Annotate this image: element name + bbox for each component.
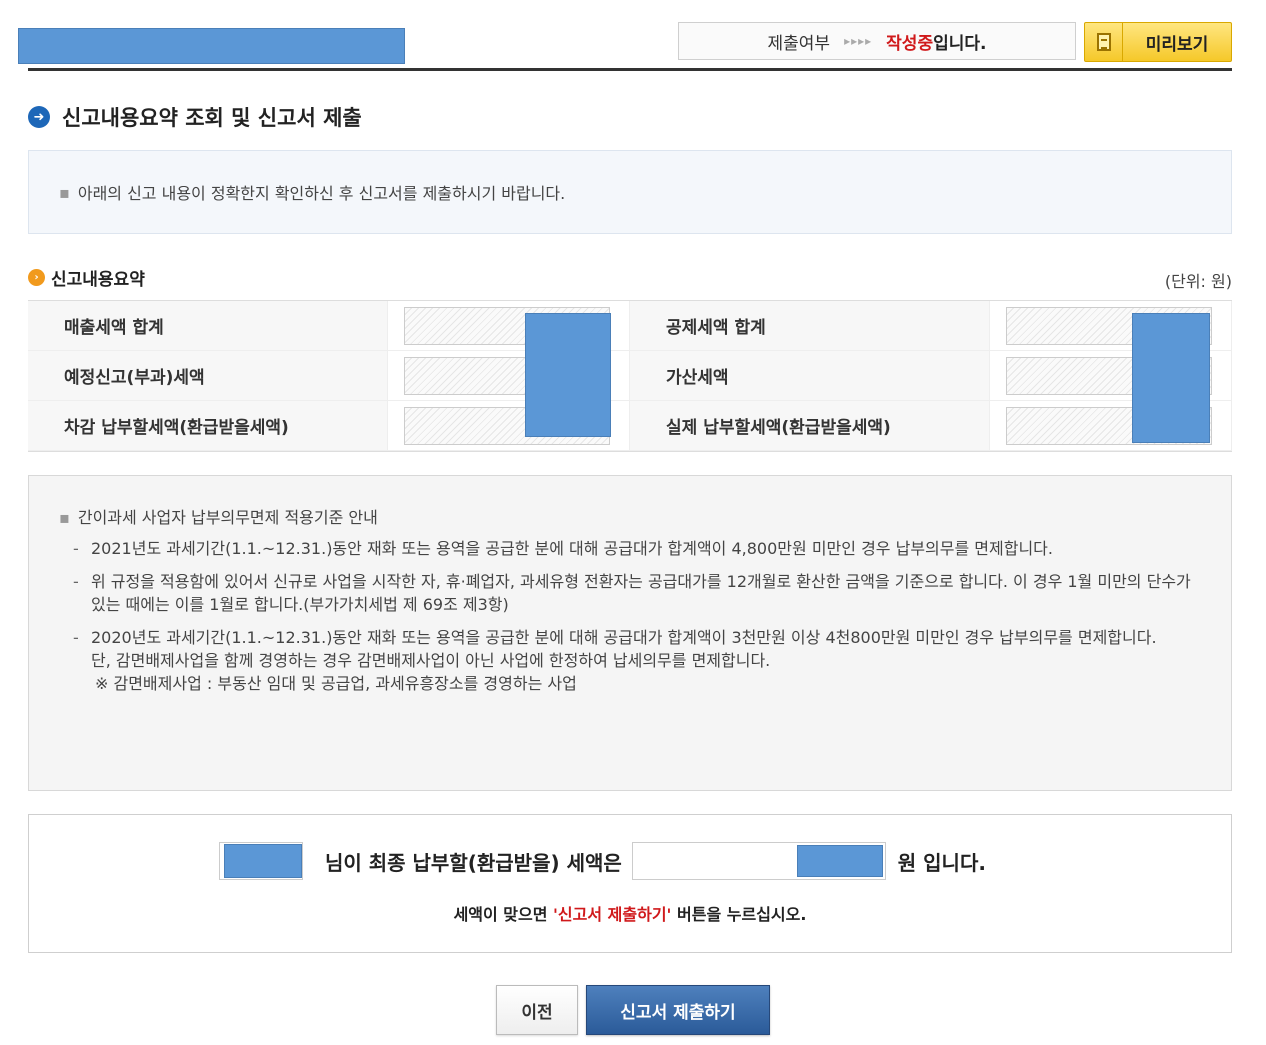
final-amount-line: 님이 최종 납부할(환급받을) 세액은 원 입니다. [219,841,986,881]
notice-item: - 2020년도 과세기간(1.1.~12.31.)동안 재화 또는 용역을 공… [59,626,1201,695]
final-text: 님이 최종 납부할(환급받을) 세액은 [325,850,622,875]
row-label: 공제세액 합계 [630,301,990,350]
redacted-business-name [18,28,405,64]
dash: - [73,572,79,591]
submission-status: 제출여부 ▸▸▸▸ 작성중입니다. [678,22,1076,60]
row-label: 예정신고(부과)세액 [28,351,388,400]
final-amount-box: 님이 최종 납부할(환급받을) 세액은 원 입니다. 세액이 맞으면 '신고서 … [28,814,1232,953]
info-box: ▪ 아래의 신고 내용이 정확한지 확인하신 후 신고서를 제출하시기 바랍니다… [28,150,1232,234]
notice-item: - 2021년도 과세기간(1.1.~12.31.)동안 재화 또는 용역을 공… [73,539,1053,558]
preview-button[interactable]: 미리보기 [1084,22,1232,62]
preview-label: 미리보기 [1145,34,1209,55]
redacted-values-left [525,313,611,437]
table-row: 예정신고(부과)세액 가산세액 [28,351,1232,401]
redacted-amount [796,845,883,877]
notice-head: ▪ 간이과세 사업자 납부의무면제 적용기준 안내 [59,508,378,527]
bullet-icon: ▪ [59,182,70,202]
arrow-circle-icon: ➜ [28,106,50,128]
final-note: 세액이 맞으면 '신고서 제출하기' 버튼을 누르십시오. [453,905,807,924]
status-suffix: 입니다. [933,33,987,54]
status-value: 작성중 [886,33,934,54]
won-text: 원 입니다. [897,850,986,875]
table-row: 차감 납부할세액(환급받을세액) 실제 납부할세액(환급받을세액) [28,401,1232,451]
unit-label: (단위: 원) [1164,272,1232,291]
info-text: 아래의 신고 내용이 정확한지 확인하신 후 신고서를 제출하시기 바랍니다. [77,184,566,203]
dash: - [73,628,79,647]
row-label: 차감 납부할세액(환급받을세액) [28,401,388,450]
dash: - [73,539,79,558]
redacted-values-right [1132,313,1210,443]
status-arrows: ▸▸▸▸ [844,34,873,48]
row-label: 매출세액 합계 [28,301,388,350]
summary-title: › 신고내용요약 [28,265,145,290]
document-icon [1085,23,1123,61]
redacted-name [224,844,302,878]
notice-item: - 위 규정을 적용함에 있어서 신규로 사업을 시작한 자, 휴·폐업자, 과… [73,572,1191,614]
previous-button[interactable]: 이전 [496,985,578,1035]
notice-item-text: 2020년도 과세기간(1.1.~12.31.)동안 재화 또는 용역을 공급한… [91,628,1157,647]
notice-extra-note: ※ 감면배제사업 : 부동산 임대 및 공급업, 과세유흥장소를 경영하는 사업 [95,674,577,693]
status-label: 제출여부 [767,33,831,54]
summary-table: 매출세액 합계 공제세액 합계 예정신고(부과)세액 가산세액 차감 납부할세액… [28,300,1232,452]
page-title: ➜ 신고내용요약 조회 및 신고서 제출 [28,102,362,132]
row-label: 실제 납부할세액(환급받을세액) [630,401,990,450]
page-title-text: 신고내용요약 조회 및 신고서 제출 [62,106,362,130]
taxpayer-name-field [219,842,303,880]
notice-extra: 단, 감면배제사업을 함께 경영하는 경우 감면배제사업이 아닌 사업에 한정하… [91,651,771,670]
row-label: 가산세액 [630,351,990,400]
chevron-circle-icon: › [28,269,45,286]
bullet-icon: ▪ [59,508,70,527]
header-divider [28,68,1232,71]
exemption-notice: ▪ 간이과세 사업자 납부의무면제 적용기준 안내 - 2021년도 과세기간(1… [28,475,1232,791]
table-row: 매출세액 합계 공제세액 합계 [28,301,1232,351]
summary-title-text: 신고내용요약 [51,270,145,290]
final-amount-field [631,842,886,880]
submit-return-button[interactable]: 신고서 제출하기 [586,985,770,1035]
